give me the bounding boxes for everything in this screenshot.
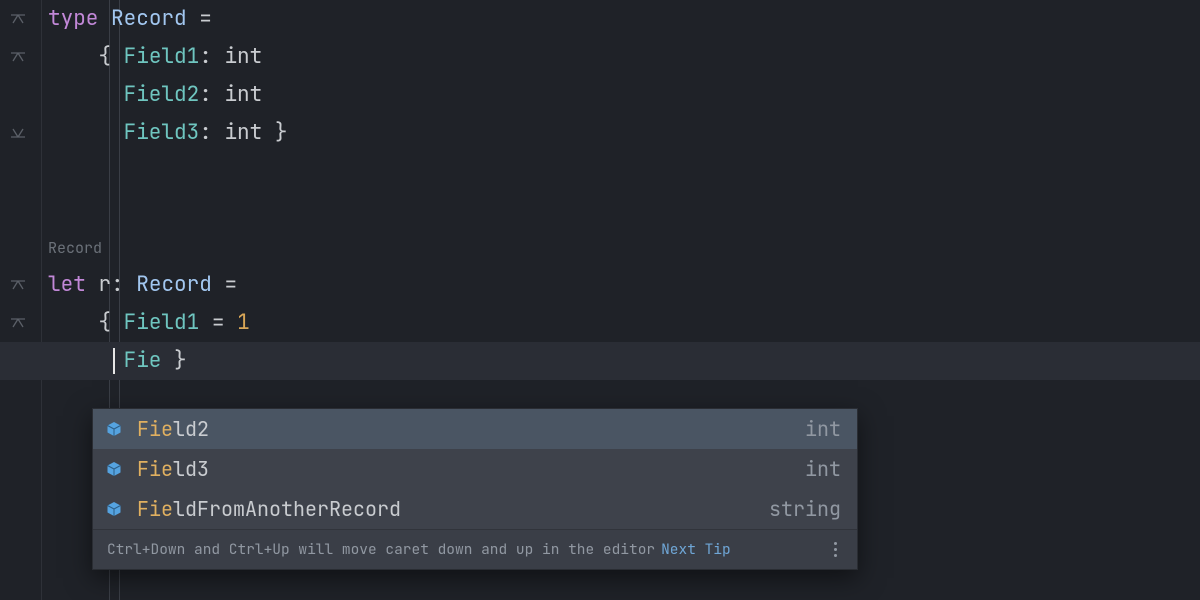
token-sp (111, 43, 124, 70)
text-caret (113, 348, 115, 374)
token-typn: Record (136, 271, 212, 298)
more-icon[interactable] (827, 542, 843, 557)
token-fldn: Field2 (124, 81, 200, 108)
completion-item[interactable]: Field2 int (93, 409, 857, 449)
completion-type: int (805, 450, 841, 488)
token-sp (161, 347, 174, 374)
inlay-hint: Record (48, 238, 102, 258)
token-num: 1 (237, 309, 250, 336)
completion-footer: Ctrl+Down and Ctrl+Up will move caret do… (93, 529, 857, 569)
token-sp (86, 271, 99, 298)
code-line[interactable]: Field3: int } (48, 114, 1200, 152)
completion-hint: Ctrl+Down and Ctrl+Up will move caret do… (107, 531, 655, 569)
token-sp (199, 309, 212, 336)
token-pun: = (199, 5, 212, 32)
code-line[interactable]: { Field1 = 1 (48, 304, 1200, 342)
gutter (0, 0, 42, 600)
fold-handle-icon[interactable] (10, 277, 26, 293)
token-fldn: Field1 (124, 43, 200, 70)
token-kw: let (48, 271, 86, 298)
code-line[interactable]: Field2: int (48, 76, 1200, 114)
token-sp (48, 119, 124, 146)
code-line[interactable] (48, 190, 1200, 228)
token-fldn: Field1 (124, 309, 200, 336)
completion-popup: Field2intField3intFieldFromAnotherRecord… (92, 408, 858, 570)
code-line[interactable]: let r: Record = (48, 266, 1200, 304)
fold-handle-icon[interactable] (10, 125, 26, 141)
token-sp (224, 309, 237, 336)
token-sp (48, 347, 124, 374)
field-icon (105, 420, 123, 438)
completion-label: Field2 (137, 410, 791, 448)
token-idn: r (98, 271, 111, 298)
token-pun: = (212, 309, 225, 336)
token-sp (212, 119, 225, 146)
completion-item[interactable]: FieldFromAnotherRecord string (93, 489, 857, 529)
token-fldn: Field3 (124, 119, 200, 146)
token-sp (212, 81, 225, 108)
token-sp (124, 271, 137, 298)
token-typn: Record (111, 5, 187, 32)
token-pun: { (98, 309, 111, 336)
token-sp (98, 5, 111, 32)
fold-handle-icon[interactable] (10, 315, 26, 331)
completion-label: FieldFromAnotherRecord (137, 490, 755, 528)
token-sp (212, 43, 225, 70)
token-sp (111, 309, 124, 336)
token-sp (262, 119, 275, 146)
token-pun: : (199, 81, 212, 108)
code-line[interactable]: type Record = (48, 0, 1200, 38)
token-tyn2: int (224, 81, 262, 108)
fold-handle-icon[interactable] (10, 49, 26, 65)
token-sp (48, 43, 98, 70)
token-pun: : (199, 119, 212, 146)
token-sp (48, 81, 124, 108)
token-pun: } (174, 347, 187, 374)
completion-item[interactable]: Field3 int (93, 449, 857, 489)
token-pun: : (111, 271, 124, 298)
code-line[interactable] (48, 152, 1200, 190)
completion-type: int (805, 410, 841, 448)
token-sp (48, 309, 98, 336)
token-kw: type (48, 5, 98, 32)
completion-type: string (769, 490, 841, 528)
next-tip-link[interactable]: Next Tip (661, 531, 731, 569)
fold-handle-icon[interactable] (10, 11, 26, 27)
token-sp (187, 5, 200, 32)
field-icon (105, 460, 123, 478)
token-pun: { (98, 43, 111, 70)
token-pun: : (199, 43, 212, 70)
token-fldn: Fie (124, 347, 162, 374)
field-icon (105, 500, 123, 518)
token-tyn2: int (224, 43, 262, 70)
token-sp (212, 271, 225, 298)
token-pun: = (224, 271, 237, 298)
code-line[interactable]: { Field1: int (48, 38, 1200, 76)
code-line[interactable]: Record (48, 228, 1200, 266)
token-pun: } (275, 119, 288, 146)
code-line[interactable]: Fie } (0, 342, 1200, 380)
token-tyn2: int (224, 119, 262, 146)
completion-label: Field3 (137, 450, 791, 488)
